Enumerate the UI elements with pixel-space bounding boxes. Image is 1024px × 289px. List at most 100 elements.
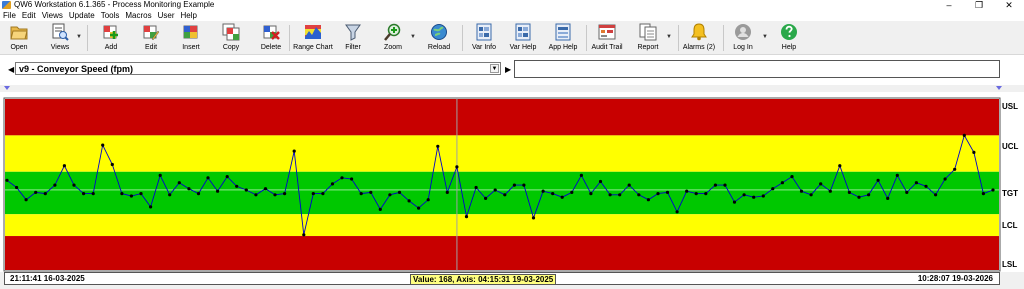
data-point[interactable] [244, 188, 248, 192]
data-point[interactable] [608, 193, 612, 197]
data-point[interactable] [225, 175, 229, 179]
data-point[interactable] [177, 181, 181, 185]
copy-button[interactable]: Copy [218, 23, 244, 53]
range-chart-button[interactable]: Range Chart [293, 23, 333, 53]
log-in-button[interactable]: Log In [730, 23, 756, 53]
data-point[interactable] [254, 193, 258, 197]
data-point[interactable] [330, 182, 335, 186]
data-point[interactable] [378, 207, 382, 211]
data-point[interactable] [464, 215, 469, 219]
data-point[interactable] [799, 189, 804, 193]
data-point[interactable] [436, 144, 440, 148]
minimize-button[interactable]: – [934, 0, 964, 10]
data-point[interactable] [570, 190, 574, 194]
views-button[interactable]: Views [46, 23, 74, 53]
data-point[interactable] [991, 188, 995, 192]
data-point[interactable] [934, 193, 938, 197]
data-point[interactable] [656, 192, 660, 196]
data-point[interactable] [120, 192, 124, 196]
data-point[interactable] [34, 190, 38, 194]
data-point[interactable] [790, 175, 794, 179]
var-help-button[interactable]: Var Help [509, 23, 537, 53]
report-dropdown-arrow[interactable]: ▼ [666, 34, 672, 40]
data-point[interactable] [943, 177, 947, 181]
data-point[interactable] [819, 182, 823, 186]
data-point[interactable] [101, 143, 105, 147]
data-point[interactable] [618, 193, 622, 197]
data-point[interactable] [905, 190, 909, 194]
variable-dropdown[interactable]: v9 - Conveyor Speed (fpm) ▼ [15, 62, 501, 75]
data-point[interactable] [531, 216, 536, 220]
app-help-button[interactable]: App Help [548, 23, 578, 53]
data-point[interactable] [579, 173, 584, 177]
var-info-button[interactable]: Var Info [470, 23, 498, 53]
menu-help[interactable]: Help [181, 10, 197, 21]
data-point[interactable] [886, 196, 890, 200]
zoom-button[interactable]: Zoom [380, 23, 406, 53]
alarms-button[interactable]: Alarms (2) [683, 23, 715, 53]
zoom-dropdown-arrow[interactable]: ▼ [410, 34, 416, 40]
help-button[interactable]: Help [776, 23, 802, 53]
restore-button[interactable]: ❐ [964, 0, 994, 10]
data-point[interactable] [110, 162, 114, 167]
right-range-marker[interactable] [996, 86, 1002, 90]
reload-button[interactable]: Reload [426, 23, 452, 53]
data-point[interactable] [847, 190, 852, 194]
variable-note-field[interactable] [514, 60, 1000, 78]
open-button[interactable]: Open [6, 23, 32, 53]
data-point[interactable] [867, 193, 871, 197]
data-point[interactable] [512, 183, 517, 187]
data-point[interactable] [273, 193, 277, 197]
data-point[interactable] [646, 198, 651, 202]
data-point[interactable] [53, 183, 57, 187]
filter-button[interactable]: Filter [340, 23, 366, 53]
data-point[interactable] [62, 164, 66, 168]
data-point[interactable] [560, 195, 564, 199]
log-in-dropdown-arrow[interactable]: ▼ [762, 34, 768, 40]
data-point[interactable] [168, 193, 172, 197]
menu-macros[interactable]: Macros [125, 10, 151, 21]
data-point[interactable] [426, 198, 430, 202]
data-point[interactable] [675, 210, 679, 214]
close-button[interactable]: ✕ [994, 0, 1024, 10]
delete-button[interactable]: Delete [258, 23, 284, 53]
data-point[interactable] [809, 193, 813, 197]
data-point[interactable] [235, 184, 239, 188]
data-point[interactable] [5, 178, 9, 182]
data-point[interactable] [417, 206, 421, 210]
data-point[interactable] [474, 185, 478, 190]
data-point[interactable] [407, 199, 411, 203]
data-point[interactable] [627, 183, 631, 187]
data-point[interactable] [857, 195, 861, 199]
menu-views[interactable]: Views [42, 10, 63, 21]
menu-edit[interactable]: Edit [22, 10, 36, 21]
data-point[interactable] [876, 178, 880, 182]
data-point[interactable] [187, 187, 191, 191]
data-point[interactable] [388, 193, 392, 197]
menu-update[interactable]: Update [69, 10, 95, 21]
data-point[interactable] [283, 192, 287, 196]
data-point[interactable] [24, 198, 28, 202]
data-point[interactable] [924, 184, 928, 188]
data-point[interactable] [522, 183, 526, 187]
data-point[interactable] [742, 193, 746, 197]
data-point[interactable] [263, 187, 268, 191]
data-point[interactable] [484, 196, 488, 200]
data-point[interactable] [302, 233, 306, 237]
menu-file[interactable]: File [3, 10, 16, 21]
data-point[interactable] [589, 192, 593, 196]
control-chart[interactable]: USL UCL TGT LCL LSL [0, 92, 1024, 272]
data-point[interactable] [321, 192, 325, 196]
data-point[interactable] [445, 190, 449, 194]
edit-button[interactable]: Edit [138, 23, 164, 53]
data-point[interactable] [206, 176, 210, 180]
data-point[interactable] [780, 181, 785, 185]
data-point[interactable] [972, 150, 976, 154]
menu-tools[interactable]: Tools [101, 10, 120, 21]
audit-trail-button[interactable]: Audit Trail [591, 23, 623, 53]
data-point[interactable] [72, 183, 76, 187]
insert-button[interactable]: Insert [178, 23, 204, 53]
menu-user[interactable]: User [158, 10, 175, 21]
data-point[interactable] [732, 200, 737, 204]
data-point[interactable] [637, 193, 641, 197]
